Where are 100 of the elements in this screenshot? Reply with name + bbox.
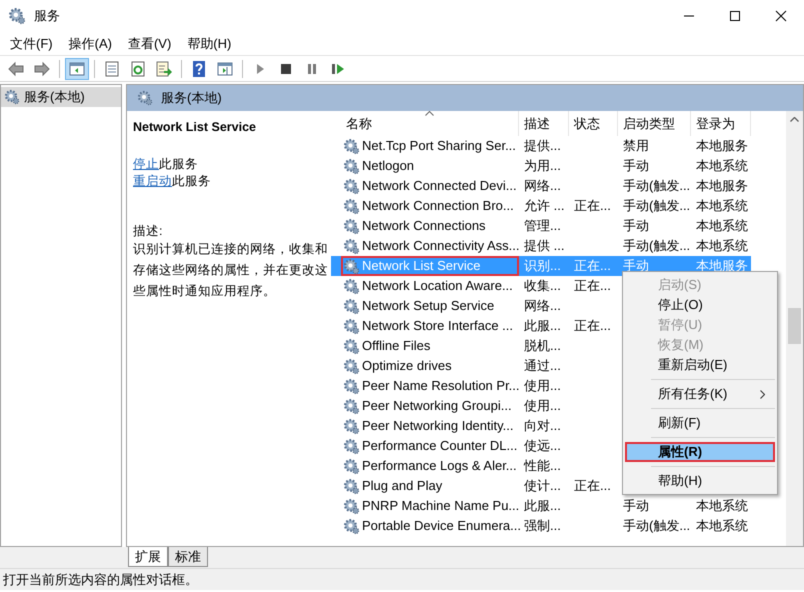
- table-cell: 本地系统: [696, 158, 748, 174]
- gear-icon: [137, 90, 153, 106]
- table-cell: 识别...: [524, 258, 561, 274]
- name-cell: Optimize drives: [341, 356, 519, 376]
- table-cell: 允许 ...: [524, 198, 564, 214]
- name-cell: Netlogon: [341, 156, 519, 176]
- table-cell: 网络...: [524, 178, 561, 194]
- forward-arrow-icon: [33, 60, 51, 78]
- table-cell: 本地服务: [696, 178, 748, 194]
- name-cell: Peer Networking Groupi...: [341, 396, 519, 416]
- table-row[interactable]: Portable Device Enumera... 强制... 手动(触发... 本地系统: [331, 516, 751, 536]
- scroll-thumb[interactable]: [788, 308, 801, 344]
- menu-item[interactable]: 文件(F): [4, 34, 59, 54]
- name-cell: Network Connected Devi...: [341, 176, 519, 196]
- table-cell: 手动(触发...: [623, 238, 690, 254]
- gear-icon: [4, 89, 20, 105]
- console-tree-button[interactable]: [65, 58, 89, 80]
- table-cell: 本地系统: [696, 498, 748, 514]
- table-cell: 脱机...: [524, 338, 561, 354]
- gear-icon: [343, 178, 360, 194]
- column-header[interactable]: 启动类型: [618, 111, 691, 136]
- table-cell: 正在...: [574, 278, 611, 294]
- maximize-icon: [729, 10, 741, 22]
- table-cell: 使计...: [524, 478, 561, 494]
- action-link[interactable]: 停止: [133, 155, 159, 172]
- column-header[interactable]: 状态: [569, 111, 618, 136]
- table-cell: 本地系统: [696, 198, 748, 214]
- column-header[interactable]: 登录为: [691, 111, 751, 136]
- name-cell: Network Connections: [341, 216, 519, 236]
- gear-icon: [343, 278, 360, 294]
- table-cell: 手动: [623, 498, 649, 514]
- gear-icon: [343, 358, 360, 374]
- table-cell: 手动(触发...: [623, 198, 690, 214]
- action-text: 此服务: [159, 156, 198, 172]
- document-icon: [103, 60, 121, 78]
- view-tab[interactable]: 扩展: [128, 547, 168, 567]
- table-cell: 通过...: [524, 358, 561, 374]
- table-row[interactable]: Network Connected Devi... 网络... 手动(触发... 本地服务: [331, 176, 751, 196]
- table-cell: 手动(触发...: [623, 178, 690, 194]
- table-cell: 禁用: [623, 138, 649, 154]
- column-header[interactable]: 描述: [519, 111, 569, 136]
- table-cell: 本地系统: [696, 218, 748, 234]
- name-cell: Performance Counter DL...: [341, 436, 519, 456]
- menu-item[interactable]: 查看(V): [122, 34, 178, 54]
- gear-icon: [343, 378, 360, 394]
- table-cell: 性能...: [524, 458, 561, 474]
- table-cell: 使用...: [524, 378, 561, 394]
- name-cell: Network List Service: [341, 256, 519, 276]
- scrollbar[interactable]: [786, 111, 803, 546]
- name-cell: Network Connectivity Ass...: [341, 236, 519, 256]
- close-icon: [775, 10, 787, 22]
- app-gear-icon: [8, 7, 26, 25]
- gear-icon: [343, 318, 360, 334]
- name-cell: Network Store Interface ...: [341, 316, 519, 336]
- table-cell: 收集...: [524, 278, 561, 294]
- name-cell: Net.Tcp Port Sharing Ser...: [341, 136, 519, 156]
- help-icon: [190, 60, 208, 78]
- table-row[interactable]: Network Connections 管理... 手动 本地系统: [331, 216, 751, 236]
- table-row[interactable]: Network Connection Bro... 允许 ... 正在... 手动(触发... 本地系统: [331, 196, 751, 216]
- name-cell: Network Location Aware...: [341, 276, 519, 296]
- table-cell: 正在...: [574, 318, 611, 334]
- table-cell: 此服...: [524, 318, 561, 334]
- gear-icon: [343, 238, 360, 254]
- name-cell: PNRP Machine Name Pu...: [341, 496, 519, 516]
- gear-icon: [343, 398, 360, 414]
- name-cell: Performance Logs & Aler...: [341, 456, 519, 476]
- name-cell: Offline Files: [341, 336, 519, 356]
- window-title: 服务: [34, 7, 60, 26]
- table-cell: 本地系统: [696, 238, 748, 254]
- console-tree-icon: [68, 60, 86, 78]
- table-cell: 手动: [623, 158, 649, 174]
- gear-icon: [343, 498, 360, 514]
- column-header[interactable]: 名称: [341, 111, 519, 136]
- menu-item[interactable]: 操作(A): [62, 34, 118, 54]
- table-row[interactable]: Net.Tcp Port Sharing Ser... 提供... 禁用 本地服务: [331, 136, 751, 156]
- action-link[interactable]: 重启动: [133, 172, 172, 189]
- table-cell: 为用...: [524, 158, 561, 174]
- name-cell: Network Setup Service: [341, 296, 519, 316]
- table-row[interactable]: PNRP Machine Name Pu... 此服... 手动 本地系统: [331, 496, 751, 516]
- menu-item[interactable]: 属性(R): [625, 442, 775, 462]
- table-cell: 向对...: [524, 418, 561, 434]
- table-row[interactable]: Netlogon 为用... 手动 本地系统: [331, 156, 751, 176]
- gear-icon: [343, 298, 360, 314]
- tree-item[interactable]: 服务(本地): [1, 87, 121, 107]
- refresh-icon: [129, 60, 147, 78]
- table-cell: 手动: [623, 258, 649, 274]
- table-cell: 提供...: [524, 138, 561, 154]
- table-cell: 本地服务: [696, 138, 748, 154]
- table-cell: 手动: [623, 218, 649, 234]
- table-cell: 强制...: [524, 518, 561, 534]
- status-text: 打开当前所选内容的属性对话框。: [3, 570, 198, 589]
- gear-icon: [343, 138, 360, 154]
- gear-icon: [343, 198, 360, 214]
- table-row[interactable]: Network Connectivity Ass... 提供 ... 手动(触发... 本地系统: [331, 236, 751, 256]
- table-cell: 管理...: [524, 218, 561, 234]
- view-tab[interactable]: 标准: [168, 547, 208, 567]
- name-cell: Portable Device Enumera...: [341, 516, 519, 536]
- back-arrow-icon: [7, 60, 25, 78]
- menu-item[interactable]: 帮助(H): [181, 34, 238, 54]
- table-cell: 本地系统: [696, 518, 748, 534]
